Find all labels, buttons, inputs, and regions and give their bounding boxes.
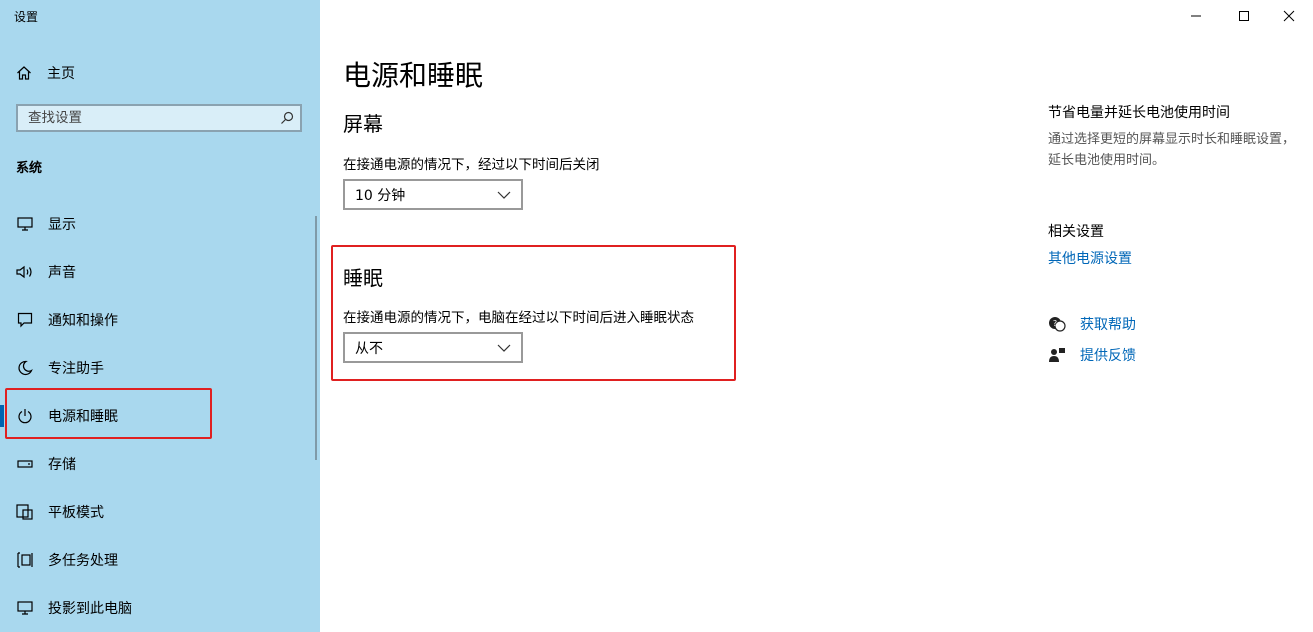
sidebar-item-sound[interactable]: 声音 (16, 261, 76, 283)
sidebar: 设置 主页 系统 显示 声音 通知和操作 (0, 0, 320, 632)
maximize-icon (1239, 11, 1249, 21)
minimize-button[interactable] (1184, 4, 1208, 28)
speaker-icon (16, 263, 34, 281)
minimize-icon (1191, 15, 1201, 17)
sidebar-item-notifications[interactable]: 通知和操作 (16, 309, 118, 331)
sidebar-item-display[interactable]: 显示 (16, 213, 76, 235)
get-help-link[interactable]: ? 获取帮助 (1048, 314, 1136, 334)
tablet-icon (16, 503, 34, 521)
sidebar-item-label: 通知和操作 (48, 313, 118, 329)
search-box[interactable] (16, 104, 302, 132)
other-power-settings-link[interactable]: 其他电源设置 (1048, 248, 1132, 268)
sidebar-item-label: 多任务处理 (48, 553, 118, 569)
multitask-icon (16, 551, 34, 569)
sidebar-item-label: 声音 (48, 265, 76, 281)
project-icon (16, 599, 34, 617)
search-input[interactable] (26, 109, 250, 127)
give-feedback-label: 提供反馈 (1080, 348, 1136, 364)
sidebar-item-tablet-mode[interactable]: 平板模式 (16, 501, 104, 523)
storage-icon (16, 455, 34, 473)
notification-icon (16, 311, 34, 329)
get-help-label: 获取帮助 (1080, 317, 1136, 333)
highlight-box-nav (5, 388, 212, 439)
sidebar-item-home[interactable]: 主页 (16, 62, 75, 84)
close-button[interactable] (1277, 4, 1301, 28)
related-settings-title: 相关设置 (1048, 224, 1104, 240)
section-label-system: 系统 (16, 161, 43, 176)
app-title: 设置 (14, 10, 39, 24)
dropdown-value: 从不 (355, 340, 383, 357)
sidebar-item-multitasking[interactable]: 多任务处理 (16, 549, 118, 571)
sidebar-item-storage[interactable]: 存储 (16, 453, 76, 475)
screen-timeout-dropdown[interactable]: 10 分钟 (343, 179, 523, 210)
sidebar-scrollbar[interactable] (315, 216, 317, 460)
search-icon[interactable] (280, 111, 294, 125)
screen-timeout-label: 在接通电源的情况下，经过以下时间后关闭 (343, 157, 600, 173)
selected-indicator (0, 405, 4, 427)
sleep-timeout-dropdown[interactable]: 从不 (343, 332, 523, 363)
close-icon (1283, 10, 1295, 22)
sidebar-item-label: 平板模式 (48, 505, 104, 521)
display-icon (16, 215, 34, 233)
sleep-timeout-label: 在接通电源的情况下，电脑在经过以下时间后进入睡眠状态 (343, 310, 694, 326)
section-heading-screen: 屏幕 (343, 112, 383, 136)
chevron-down-icon (497, 344, 511, 352)
sidebar-item-focus-assist[interactable]: 专注助手 (16, 357, 104, 379)
chevron-down-icon (497, 191, 511, 199)
section-heading-sleep: 睡眠 (343, 266, 383, 290)
sidebar-item-label: 主页 (47, 66, 75, 82)
sidebar-item-label: 显示 (48, 217, 76, 233)
moon-icon (16, 359, 34, 377)
tip-title: 节省电量并延长电池使用时间 (1048, 105, 1230, 121)
sidebar-item-label: 专注助手 (48, 361, 104, 377)
give-feedback-link[interactable]: 提供反馈 (1048, 345, 1136, 365)
feedback-icon (1048, 347, 1066, 363)
svg-text:?: ? (1053, 319, 1057, 328)
sidebar-item-project[interactable]: 投影到此电脑 (16, 597, 132, 619)
sidebar-item-label: 投影到此电脑 (48, 601, 132, 617)
page-title: 电源和睡眠 (343, 59, 484, 92)
help-chat-icon: ? (1048, 316, 1066, 332)
maximize-button[interactable] (1232, 4, 1256, 28)
sidebar-item-label: 存储 (48, 457, 76, 473)
dropdown-value: 10 分钟 (355, 187, 406, 204)
tip-text: 通过选择更短的屏幕显示时长和睡眠设置，延长电池使用时间。 (1048, 132, 1296, 168)
home-icon (16, 65, 32, 81)
